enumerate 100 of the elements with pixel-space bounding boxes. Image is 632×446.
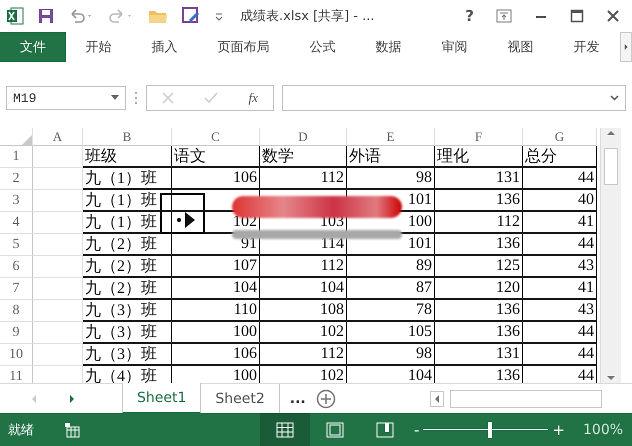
row-header[interactable]: 5 — [0, 234, 33, 256]
table-cell: 106 — [172, 344, 260, 366]
row-header[interactable]: 3 — [0, 190, 33, 212]
table-cell: 44 — [523, 168, 597, 190]
table-cell: 44 — [523, 322, 597, 344]
table-cell: 89 — [347, 256, 435, 278]
table-cell: 102 — [260, 366, 347, 383]
row-header[interactable]: 1 — [0, 146, 33, 168]
grip-icon — [134, 91, 138, 105]
header-cell: 数学 — [260, 146, 347, 168]
row-header[interactable]: 11 — [0, 366, 33, 383]
ribbon-tab[interactable]: 公式 — [290, 32, 356, 62]
row-header[interactable]: 4 — [0, 212, 33, 234]
scrollbar-thumb[interactable] — [604, 148, 618, 185]
header-cell: 班级 — [83, 146, 172, 168]
column-header[interactable]: F — [435, 128, 523, 146]
zoom-out-button[interactable]: - — [410, 420, 424, 438]
table-cell: 43 — [523, 300, 597, 322]
ribbon-display-icon[interactable] — [496, 9, 512, 23]
zoom-slider-thumb[interactable] — [488, 422, 492, 438]
row-header[interactable]: 8 — [0, 300, 33, 322]
table-cell: 九（2）班 — [83, 278, 172, 300]
table-cell: 131 — [435, 344, 523, 366]
page-layout-icon[interactable] — [326, 422, 344, 438]
table-cell: 106 — [172, 168, 260, 190]
table-cell: 九（3）班 — [83, 344, 172, 366]
excel-logo-icon[interactable] — [6, 7, 24, 25]
file-tab[interactable]: 文件 — [0, 32, 66, 62]
column-header[interactable]: A — [33, 128, 83, 146]
row-header[interactable]: 6 — [0, 256, 33, 278]
table-cell: 136 — [435, 234, 523, 256]
table-cell: 41 — [523, 278, 597, 300]
ribbon-tab[interactable]: 数据 — [356, 32, 422, 62]
ribbon-tab[interactable]: 开发 — [554, 32, 620, 62]
table-cell: 41 — [523, 212, 597, 234]
column-header[interactable]: E — [347, 128, 435, 146]
close-icon[interactable] — [606, 9, 620, 23]
maximize-icon[interactable] — [570, 9, 584, 23]
scroll-down-icon[interactable] — [606, 373, 616, 383]
save-edit-icon[interactable] — [182, 7, 200, 25]
customize-icon[interactable] — [214, 11, 224, 21]
macro-record-icon[interactable] — [64, 422, 80, 438]
more-sheets-button[interactable]: ... — [280, 384, 316, 414]
dropdown-icon[interactable] — [111, 95, 119, 101]
row-header[interactable]: 10 — [0, 344, 33, 366]
table-cell: 107 — [172, 256, 260, 278]
table-cell — [33, 146, 83, 168]
table-cell: 108 — [260, 300, 347, 322]
table-cell — [33, 300, 83, 322]
table-cell: 44 — [523, 234, 597, 256]
row-header[interactable]: 2 — [0, 168, 33, 190]
table-cell — [33, 322, 83, 344]
table-cell: 九（3）班 — [83, 322, 172, 344]
add-sheet-icon[interactable] — [316, 389, 336, 409]
table-cell: 136 — [435, 366, 523, 383]
zoom-in-button[interactable]: + — [548, 420, 569, 438]
table-cell: 125 — [435, 256, 523, 278]
save-icon[interactable] — [38, 8, 54, 24]
table-cell: 104 — [260, 278, 347, 300]
formula-field[interactable] — [282, 85, 626, 111]
sheet-tab[interactable]: Sheet1 — [122, 383, 202, 414]
table-cell: 九（2）班 — [83, 256, 172, 278]
check-icon[interactable] — [204, 92, 218, 104]
ribbon-tab[interactable]: 审阅 — [422, 32, 488, 62]
ribbon-tab[interactable]: 页面布局 — [198, 32, 290, 62]
table-cell: 98 — [347, 168, 435, 190]
scroll-up-icon[interactable] — [606, 128, 616, 138]
page-break-icon[interactable] — [376, 422, 394, 438]
row-header[interactable]: 7 — [0, 278, 33, 300]
zoom-level[interactable]: 100% — [583, 422, 624, 438]
ribbon-tab[interactable]: 视图 — [488, 32, 554, 62]
normal-view-icon[interactable] — [276, 422, 294, 438]
window-title: 成绩表.xlsx [共享] - ... — [240, 8, 375, 25]
column-header[interactable]: D — [260, 128, 347, 146]
table-cell — [33, 234, 83, 256]
name-box[interactable]: M19 — [6, 86, 126, 110]
row-header[interactable]: 9 — [0, 322, 33, 344]
expand-icon[interactable] — [610, 95, 619, 101]
table-cell — [33, 256, 83, 278]
ribbon-tab[interactable]: 插入 — [132, 32, 198, 62]
ribbon-tab[interactable]: 开始 — [66, 32, 132, 62]
table-cell: 112 — [260, 256, 347, 278]
table-cell: 131 — [435, 168, 523, 190]
table-cell: 九（1）班 — [83, 168, 172, 190]
table-cell: 112 — [260, 344, 347, 366]
horizontal-scrollbar-thumb[interactable] — [450, 390, 602, 408]
table-cell: 104 — [347, 366, 435, 383]
table-cell: 98 — [347, 344, 435, 366]
insert-function-button[interactable]: fx — [248, 90, 258, 106]
table-cell: 九（3）班 — [83, 300, 172, 322]
next-sheet-icon[interactable] — [68, 394, 76, 404]
table-cell: 110 — [172, 300, 260, 322]
help-button[interactable]: ? — [465, 7, 474, 25]
column-header[interactable]: C — [172, 128, 260, 146]
scroll-left-icon[interactable] — [430, 391, 444, 407]
column-header[interactable]: B — [83, 128, 172, 146]
table-cell — [33, 168, 83, 190]
selection-outline — [160, 193, 205, 234]
table-cell: 136 — [435, 300, 523, 322]
column-header[interactable]: G — [523, 128, 597, 146]
